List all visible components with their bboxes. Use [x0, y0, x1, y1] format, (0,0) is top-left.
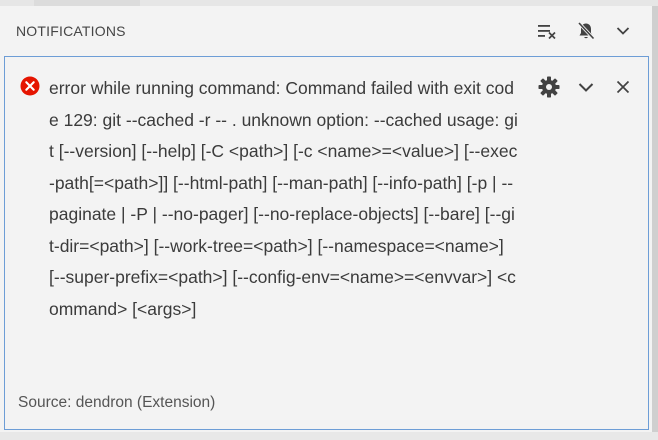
status-bar-hint: [0, 432, 658, 440]
configure-notification-button[interactable]: [535, 73, 563, 101]
notification-center: NOTIFICATIONS error while running comman…: [0, 0, 658, 440]
panel-title: NOTIFICATIONS: [16, 23, 126, 39]
notification-message: error while running command: Command fai…: [49, 78, 518, 319]
notifications-panel: NOTIFICATIONS error while running comman…: [0, 6, 658, 438]
notification-toast[interactable]: error while running command: Command fai…: [4, 56, 649, 430]
bell-slash-icon: [577, 21, 595, 40]
hide-notifications-button[interactable]: [610, 18, 636, 44]
chevron-down-icon: [578, 82, 594, 92]
notification-source: Source: dendron (Extension): [18, 394, 216, 411]
do-not-disturb-button[interactable]: [573, 18, 599, 44]
collapse-notification-button[interactable]: [572, 73, 600, 101]
clear-all-button[interactable]: [535, 18, 561, 44]
clear-notification-button[interactable]: [609, 73, 637, 101]
error-circle-icon: [20, 76, 40, 96]
notifications-header: NOTIFICATIONS: [0, 6, 652, 56]
clear-all-icon: [538, 25, 556, 39]
chevron-down-icon: [616, 27, 630, 35]
close-icon: [616, 80, 630, 94]
gear-icon: [538, 76, 560, 98]
